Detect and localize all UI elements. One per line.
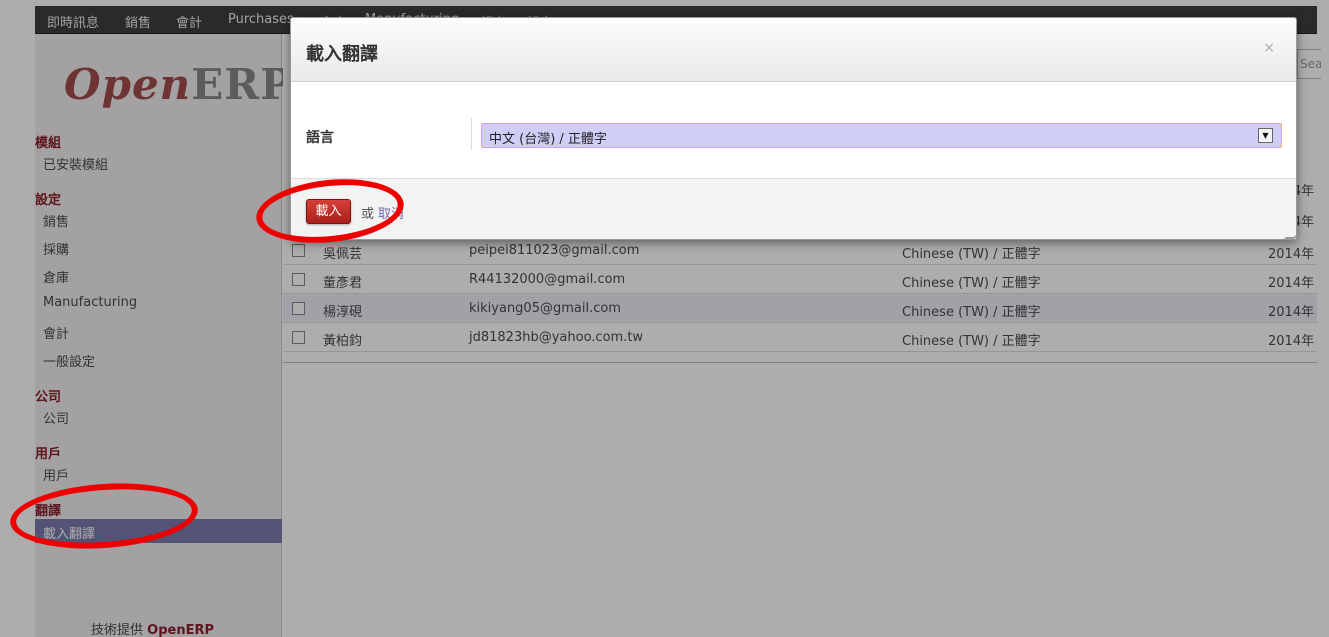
field-divider <box>471 118 472 150</box>
language-select-value: 中文 (台灣) / 正體字 <box>489 132 607 147</box>
load-translation-dialog: 載入翻譯 × 語言 中文 (台灣) / 正體字 ▼ 載入 或 取消 <box>290 17 1297 240</box>
dialog-title: 載入翻譯 <box>306 44 378 65</box>
close-icon[interactable]: × <box>1263 40 1275 56</box>
resize-grip-icon[interactable] <box>1284 229 1296 239</box>
dialog-header: 載入翻譯 × <box>291 18 1296 82</box>
chevron-down-icon[interactable]: ▼ <box>1258 128 1273 143</box>
dialog-body: 語言 中文 (台灣) / 正體字 ▼ <box>291 82 1296 178</box>
language-label: 語言 <box>306 130 334 146</box>
dialog-footer: 載入 或 取消 <box>291 178 1296 239</box>
language-select[interactable]: 中文 (台灣) / 正體字 ▼ <box>481 123 1282 148</box>
